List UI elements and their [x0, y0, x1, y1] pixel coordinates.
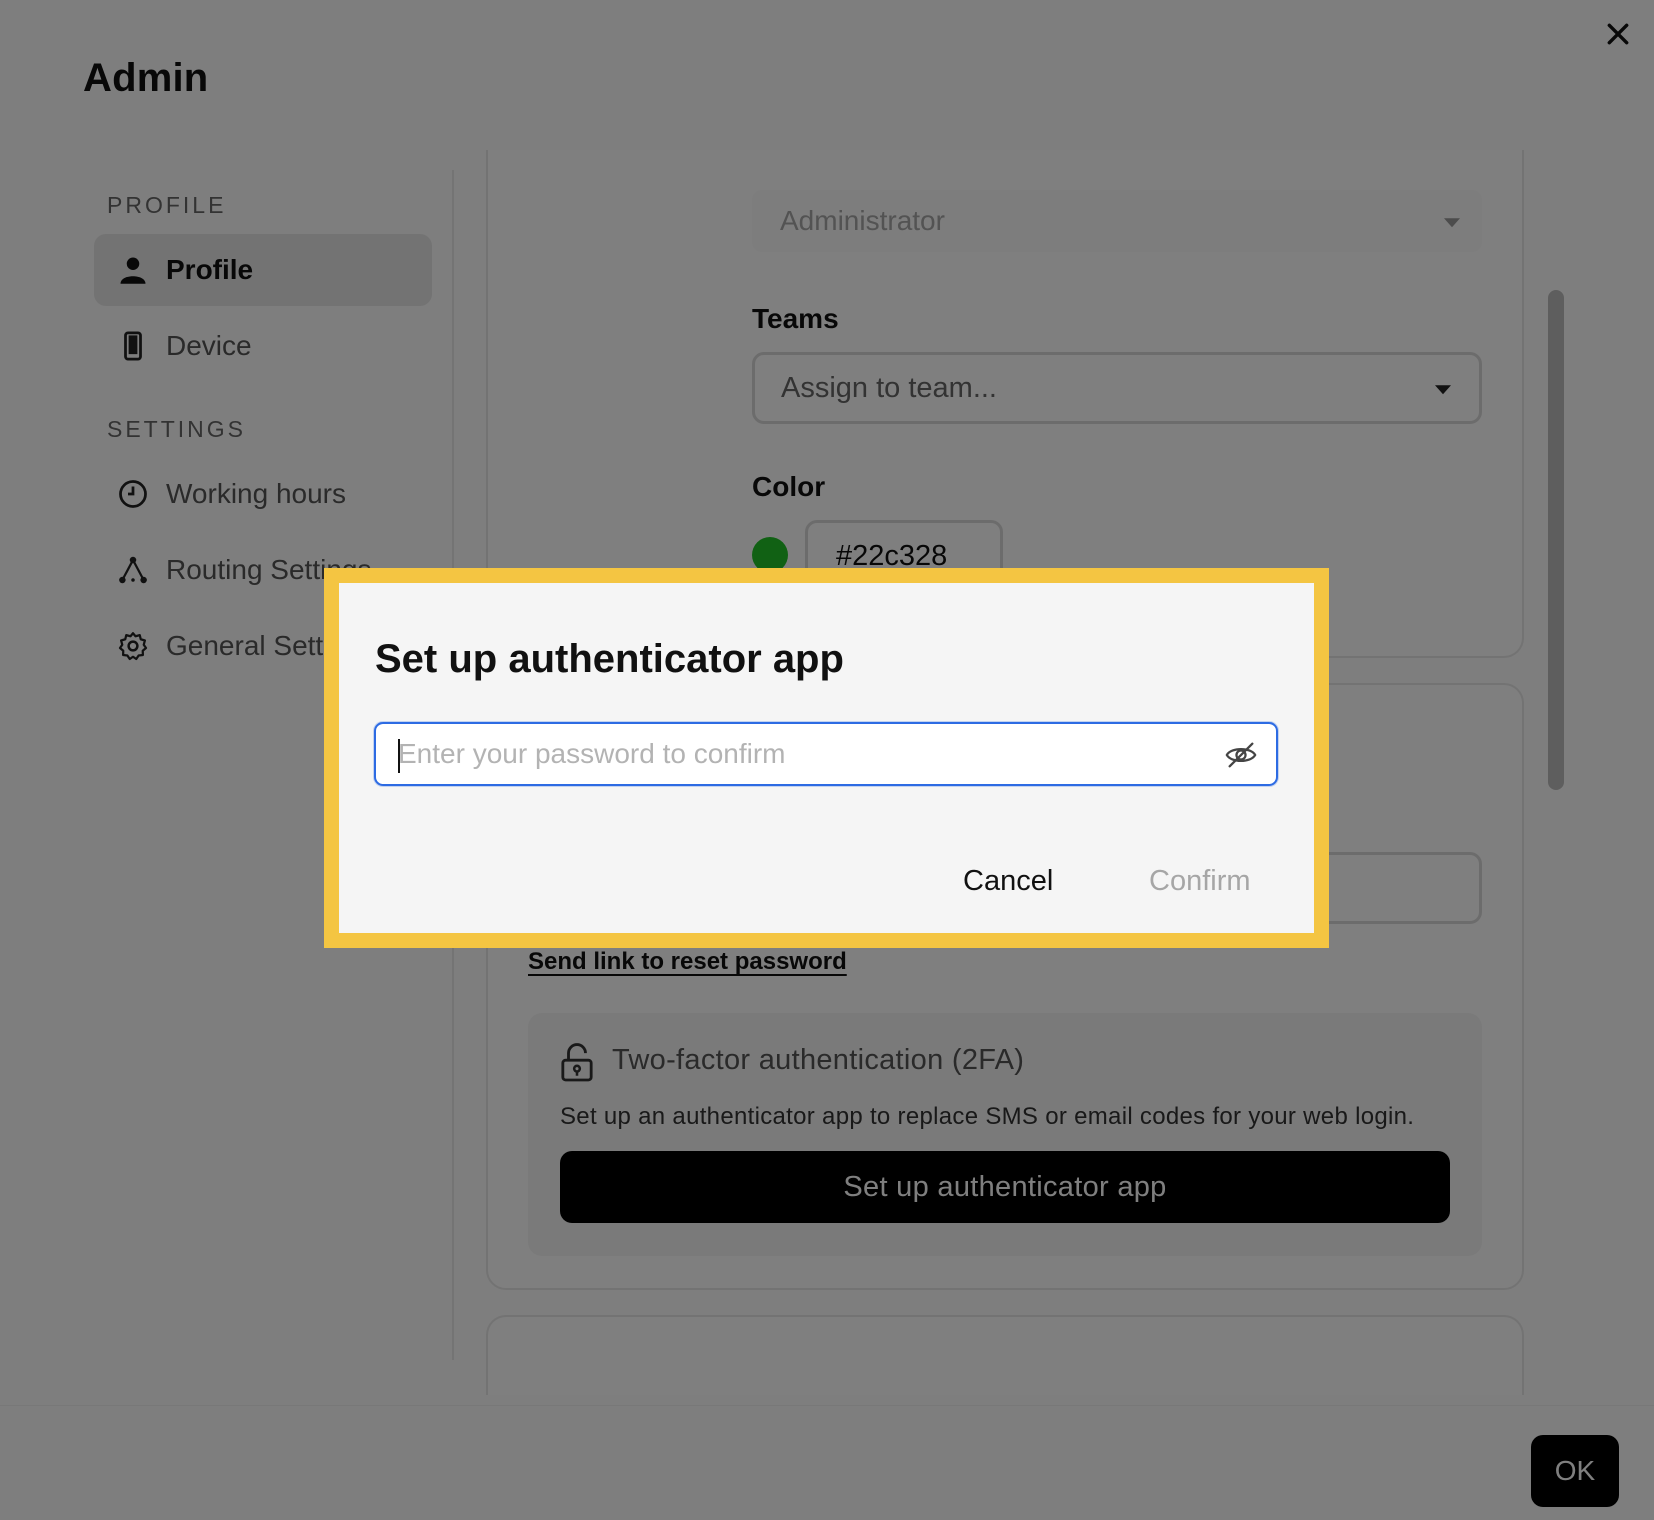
confirm-button[interactable]: Confirm [1149, 865, 1251, 898]
password-input-wrapper [374, 722, 1278, 786]
text-cursor [398, 739, 400, 773]
cancel-button[interactable]: Cancel [963, 865, 1053, 898]
setup-authenticator-dialog: Set up authenticator app Cancel Confirm [339, 583, 1314, 933]
dialog-title: Set up authenticator app [375, 637, 844, 681]
password-input[interactable] [398, 724, 1218, 784]
eye-off-icon[interactable] [1224, 738, 1258, 772]
